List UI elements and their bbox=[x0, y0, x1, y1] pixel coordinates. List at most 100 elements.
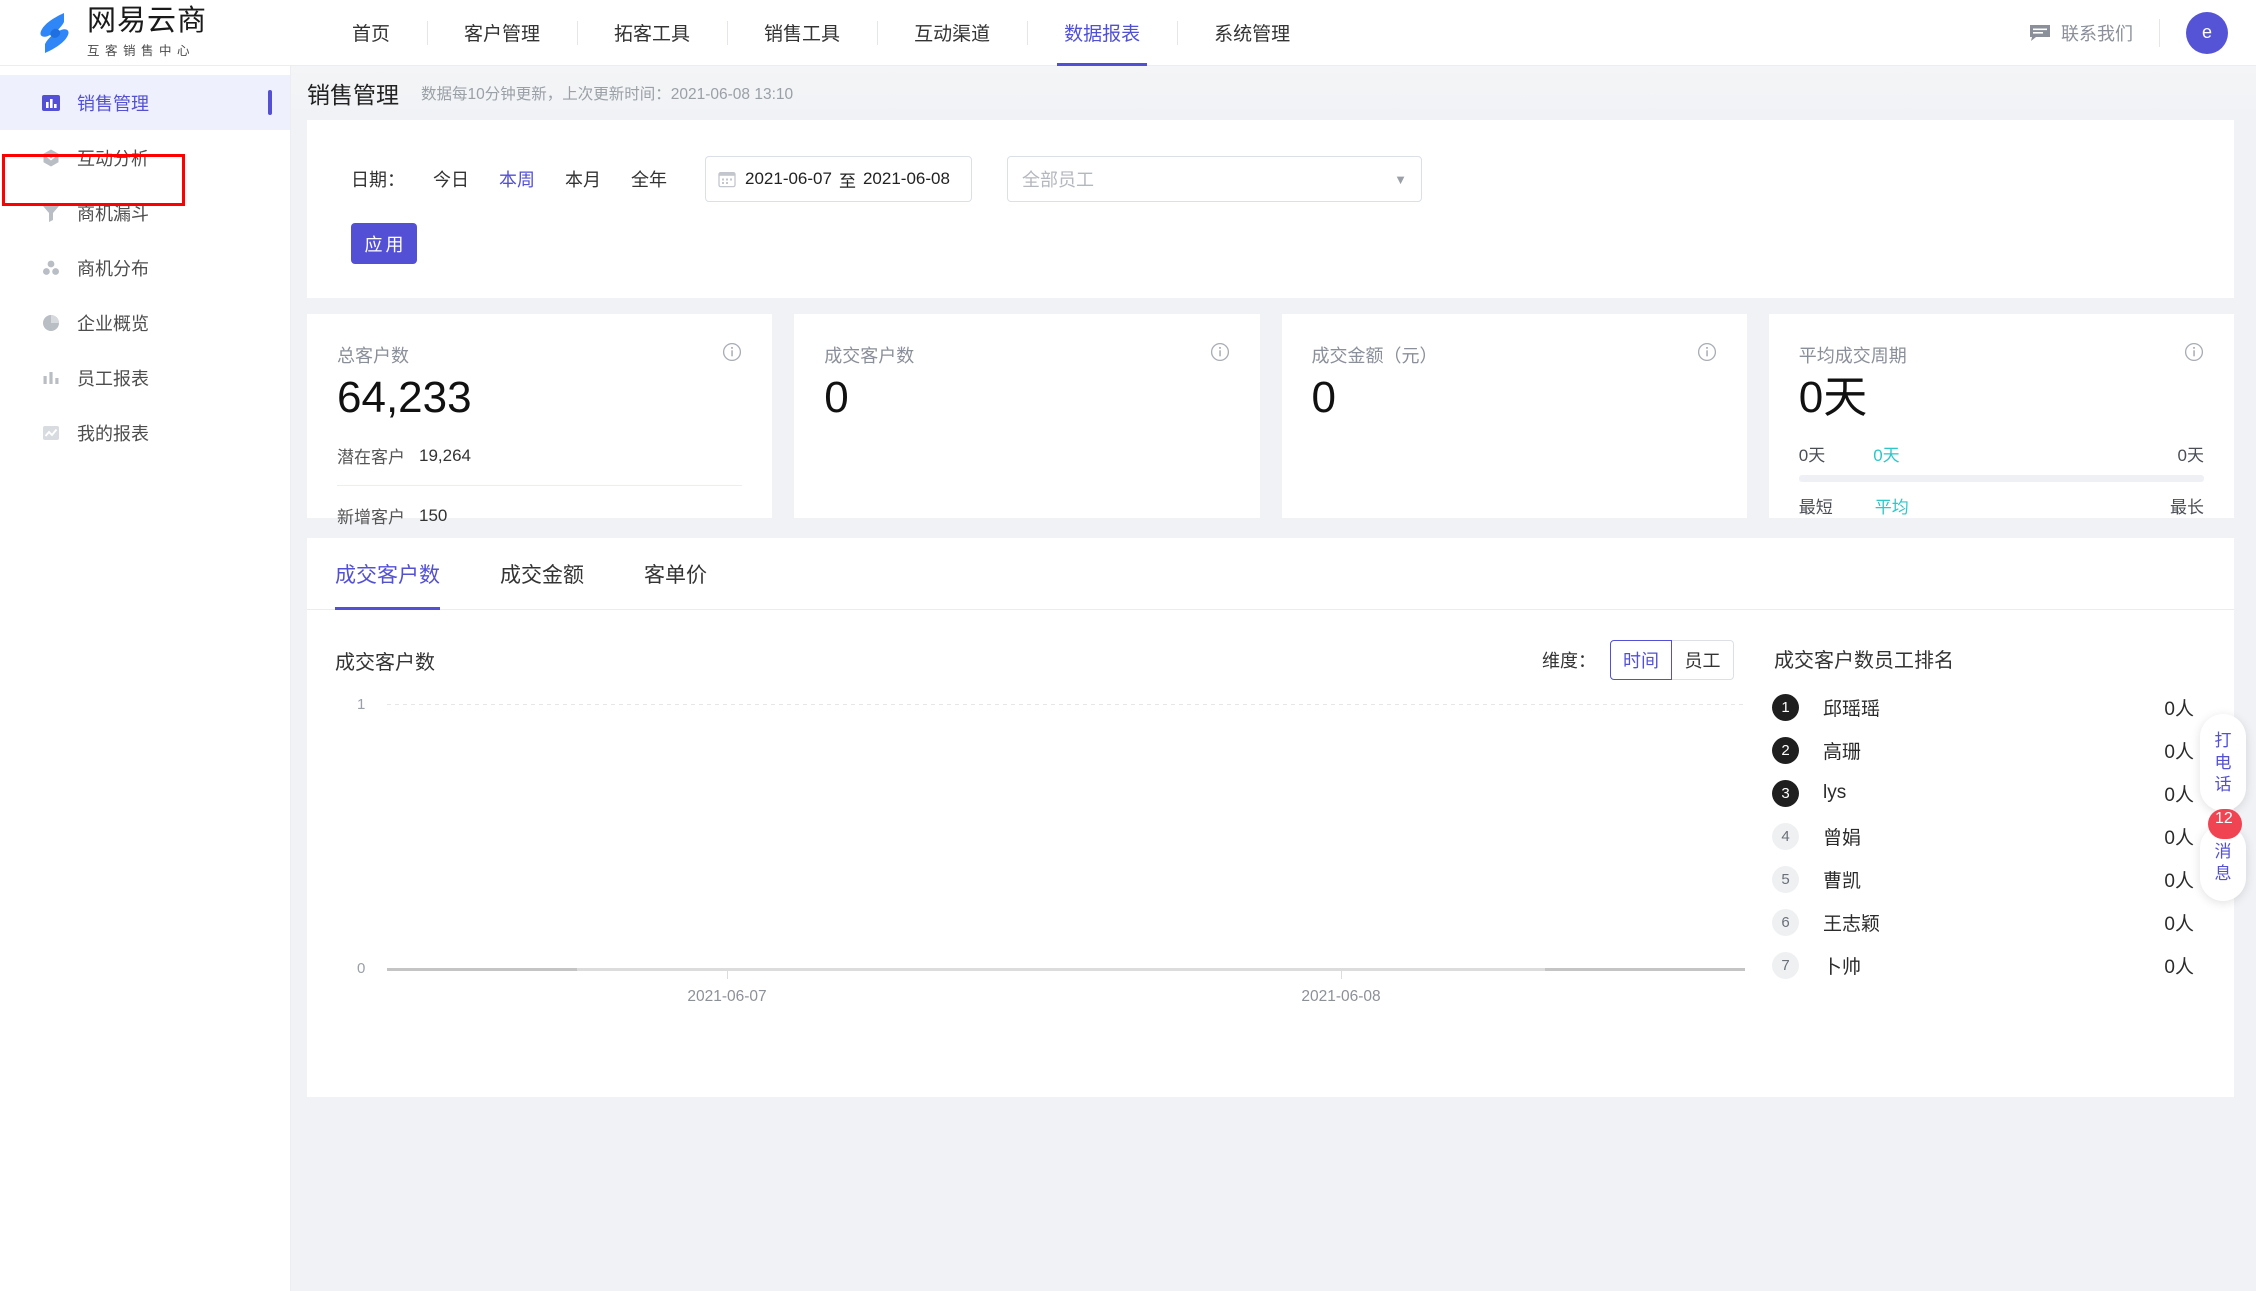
nav-item-sales-tools[interactable]: 销售工具 bbox=[727, 0, 877, 66]
sidebar-item-label: 销售管理 bbox=[77, 93, 149, 114]
quick-range-this-month[interactable]: 本月 bbox=[565, 166, 601, 192]
employee-select-placeholder: 全部员工 bbox=[1022, 170, 1094, 190]
nav-item-interaction-channels[interactable]: 互动渠道 bbox=[877, 0, 1027, 66]
apply-button[interactable]: 应用 bbox=[351, 223, 417, 264]
employee-select[interactable]: 全部员工 ▼ bbox=[1007, 156, 1422, 202]
kpi-card-deal-customers: 成交客户数 0 bbox=[794, 314, 1260, 518]
dimension-segmented-control: 时间 员工 bbox=[1610, 640, 1734, 680]
avatar[interactable]: e bbox=[2186, 11, 2228, 54]
sidebar-item-my-report[interactable]: 我的报表 bbox=[0, 405, 290, 460]
ranking-row[interactable]: 2 高珊 0人 bbox=[1772, 730, 2194, 770]
ranking-column: 成交客户数员工排名 1 邱瑶瑶 0人 2 高珊 0人 3 lys 0人 4 曾娟… bbox=[1772, 610, 2234, 1096]
sidebar-item-employee-report[interactable]: 员工报表 bbox=[0, 350, 290, 405]
x-axis-tick bbox=[727, 971, 728, 979]
cycle-min-label: 最短 bbox=[1798, 498, 1833, 518]
main-nav: 首页 客户管理 拓客工具 销售工具 互动渠道 数据报表 系统管理 bbox=[315, 0, 1327, 66]
brand-subtitle: 互客销售中心 bbox=[87, 43, 196, 58]
call-button-label: 打电话 bbox=[2214, 731, 2232, 794]
sidebar-item-label: 员工报表 bbox=[77, 368, 149, 389]
tab-unit-price[interactable]: 客单价 bbox=[644, 538, 707, 610]
ranking-row[interactable]: 1 邱瑶瑶 0人 bbox=[1772, 687, 2194, 727]
sidebar-item-label: 企业概览 bbox=[77, 313, 149, 334]
ranking-row[interactable]: 3 lys 0人 bbox=[1772, 773, 2194, 813]
message-button-label: 消息 bbox=[2214, 842, 2232, 883]
quick-range-this-year[interactable]: 全年 bbox=[631, 166, 667, 192]
line-chart-plot: 1 0 2021-06-07 2021-06-08 bbox=[335, 696, 1745, 1066]
tab-deal-amount[interactable]: 成交金额 bbox=[500, 538, 584, 610]
call-button[interactable]: 打电话 bbox=[2200, 714, 2246, 812]
kpi-sub-label: 潜在客户 bbox=[337, 448, 405, 468]
brand-logo-area[interactable]: 网易云商 互客销售中心 bbox=[33, 6, 283, 58]
rank-value: 0人 bbox=[2164, 827, 2194, 849]
sidebar-item-sales-management[interactable]: 销售管理 bbox=[0, 75, 290, 130]
rank-value: 0人 bbox=[2164, 956, 2194, 978]
x-axis-tick bbox=[1341, 971, 1342, 979]
page-header: 销售管理 数据每10分钟更新，上次更新时间：2021-06-08 13:10 bbox=[291, 66, 2256, 120]
date-start-value: 2021-06-07 bbox=[745, 169, 832, 188]
ranking-row[interactable]: 4 曾娟 0人 bbox=[1772, 816, 2194, 856]
ranking-row[interactable]: 5 曹凯 0人 bbox=[1772, 859, 2194, 899]
top-navigation-bar: 网易云商 互客销售中心 首页 客户管理 拓客工具 销售工具 互动渠道 数据报表 … bbox=[0, 0, 2256, 66]
sidebar-item-label: 我的报表 bbox=[77, 423, 149, 444]
kpi-title: 总客户数 bbox=[337, 346, 409, 366]
date-range-picker[interactable]: 2021-06-07 至 2021-06-08 bbox=[705, 156, 972, 202]
tab-deal-customers[interactable]: 成交客户数 bbox=[335, 538, 440, 610]
rank-name: 高珊 bbox=[1823, 741, 1862, 763]
funnel-icon bbox=[40, 202, 62, 224]
pie-chart-icon bbox=[40, 312, 62, 334]
chevron-down-icon: ▼ bbox=[1394, 171, 1407, 187]
nav-item-system-management[interactable]: 系统管理 bbox=[1177, 0, 1327, 66]
kpi-sub-label: 新增客户 bbox=[337, 508, 405, 528]
dimension-option-employee[interactable]: 员工 bbox=[1672, 640, 1734, 680]
kpi-title: 成交客户数 bbox=[824, 346, 915, 366]
chart-tabs: 成交客户数 成交金额 客单价 bbox=[307, 538, 2234, 610]
quick-range-this-week[interactable]: 本周 bbox=[499, 166, 535, 192]
ranking-row[interactable]: 7 卜帅 0人 bbox=[1772, 945, 2194, 985]
kpi-title: 平均成交周期 bbox=[1798, 346, 1907, 366]
rank-name: 曾娟 bbox=[1823, 827, 1862, 849]
rank-name: 邱瑶瑶 bbox=[1823, 698, 1881, 720]
filter-row: 日期： 今日 本周 本月 全年 2021-06-07 至 2021-06-08 … bbox=[351, 156, 2234, 202]
sidebar-item-opportunity-funnel[interactable]: 商机漏斗 bbox=[0, 185, 290, 240]
info-icon[interactable] bbox=[722, 342, 742, 362]
bar-chart-icon bbox=[40, 367, 62, 389]
info-icon[interactable] bbox=[1210, 342, 1230, 362]
rank-value: 0人 bbox=[2164, 913, 2194, 935]
message-badge: 12 bbox=[2208, 809, 2242, 840]
top-right-area: 联系我们 e bbox=[2029, 11, 2256, 54]
rank-name: lys bbox=[1823, 782, 1847, 803]
dimension-option-time[interactable]: 时间 bbox=[1610, 640, 1672, 680]
cluster-icon bbox=[40, 257, 62, 279]
ranking-row[interactable]: 6 王志颖 0人 bbox=[1772, 902, 2194, 942]
sidebar-item-interaction-analysis[interactable]: 互动分析 bbox=[0, 130, 290, 185]
cycle-min-value: 0天 bbox=[1798, 446, 1826, 466]
chart-left-column: 成交客户数 维度： 时间 员工 1 0 2021-06-07 2021-06-0… bbox=[307, 610, 1772, 1096]
nav-item-home[interactable]: 首页 bbox=[315, 0, 427, 66]
nav-item-acquisition-tools[interactable]: 拓客工具 bbox=[577, 0, 727, 66]
calendar-icon bbox=[718, 170, 736, 188]
sidebar-item-label: 互动分析 bbox=[77, 148, 149, 169]
sidebar-item-label: 商机分布 bbox=[77, 258, 149, 279]
kpi-sub-value: 19,264 bbox=[419, 445, 471, 465]
filter-panel: 日期： 今日 本周 本月 全年 2021-06-07 至 2021-06-08 … bbox=[307, 120, 2234, 298]
rank-badge: 1 bbox=[1772, 693, 1799, 721]
rank-badge: 3 bbox=[1772, 779, 1799, 807]
floating-action-stack: 打电话 12 消息 bbox=[2200, 714, 2246, 901]
sidebar-item-enterprise-overview[interactable]: 企业概览 bbox=[0, 295, 290, 350]
quick-range-today[interactable]: 今日 bbox=[433, 166, 469, 192]
info-icon[interactable] bbox=[2184, 342, 2204, 362]
nav-item-data-reports[interactable]: 数据报表 bbox=[1027, 0, 1177, 66]
date-label: 日期： bbox=[351, 170, 405, 190]
chart-panel: 成交客户数 成交金额 客单价 成交客户数 维度： 时间 员工 1 0 2021-… bbox=[307, 538, 2234, 1097]
contact-us-button[interactable]: 联系我们 bbox=[2029, 20, 2133, 46]
rank-badge: 5 bbox=[1772, 865, 1799, 893]
sidebar-item-opportunity-distribution[interactable]: 商机分布 bbox=[0, 240, 290, 295]
page-update-note: 数据每10分钟更新，上次更新时间：2021-06-08 13:10 bbox=[421, 86, 794, 103]
y-axis-tick-label: 0 bbox=[357, 960, 366, 977]
kpi-value: 64,233 bbox=[337, 373, 472, 422]
info-icon[interactable] bbox=[1697, 342, 1717, 362]
nav-item-customer-management[interactable]: 客户管理 bbox=[427, 0, 577, 66]
netease-logo-icon bbox=[33, 10, 77, 56]
line-chart-icon bbox=[40, 422, 62, 444]
message-button[interactable]: 12 消息 bbox=[2200, 809, 2246, 901]
